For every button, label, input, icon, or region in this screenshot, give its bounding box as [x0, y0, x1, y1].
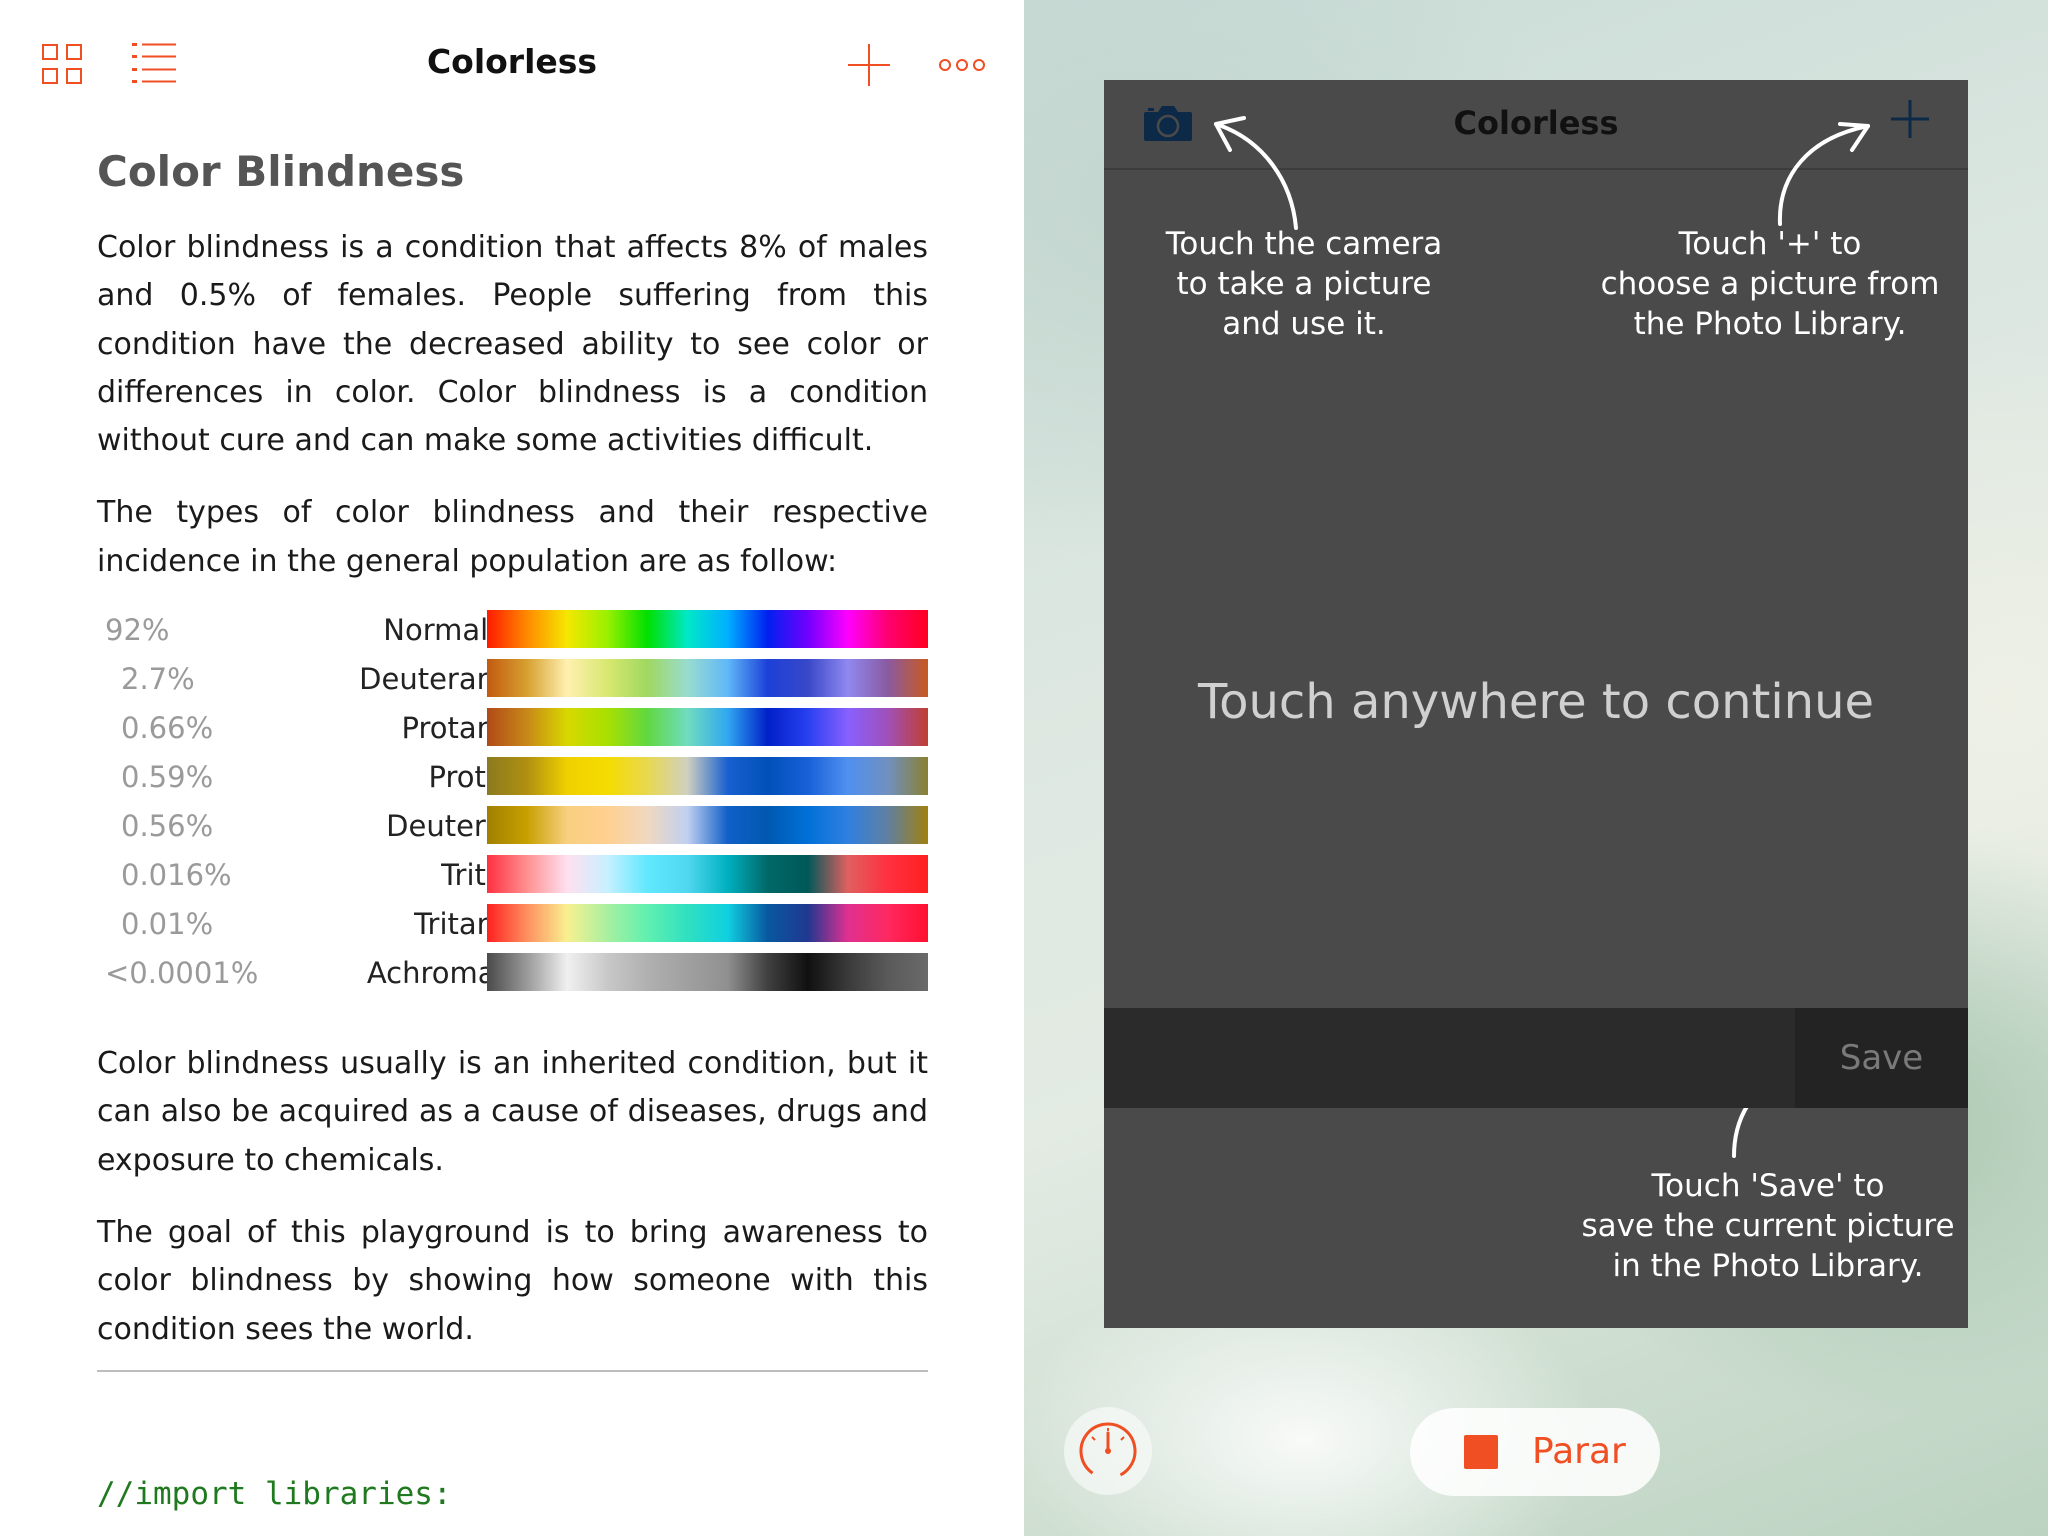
- color-spectrum-bar: [487, 757, 928, 796]
- live-view-canvas[interactable]: Colorless Touch the camera to take a pic…: [1104, 80, 1968, 1328]
- more-icon[interactable]: [938, 57, 986, 76]
- incidence-percent: 0.01%: [121, 907, 214, 942]
- hint-plus-line: the Photo Library.: [1633, 306, 1907, 342]
- save-button[interactable]: Save: [1795, 1008, 1968, 1108]
- paragraph-types-intro: The types of color blindness and their r…: [97, 495, 928, 579]
- hint-save: Touch 'Save' to save the current picture…: [1578, 1166, 1958, 1286]
- document-body: Color Blindness Color blindness is a con…: [97, 142, 928, 1378]
- speedometer-icon: [1079, 1422, 1137, 1480]
- hint-plus-line: Touch '+' to: [1678, 226, 1862, 262]
- hint-plus-line: choose a picture from: [1600, 266, 1940, 302]
- color-type-row: <0.0001% Achromatopsia: [97, 953, 928, 993]
- hint-plus: Touch '+' to choose a picture from the P…: [1590, 224, 1950, 344]
- paragraph-inherited: Color blindness usually is an inherited …: [97, 1046, 928, 1178]
- code-comment[interactable]: //import libraries:: [97, 1476, 452, 1512]
- hint-camera: Touch the camera to take a picture and u…: [1154, 224, 1454, 344]
- color-type-row: 0.01%Tritanomaly: [97, 904, 928, 944]
- run-speed-button[interactable]: [1064, 1407, 1152, 1495]
- stop-label: Parar: [1532, 1431, 1626, 1472]
- arrow-icon: [1777, 122, 1870, 226]
- incidence-percent: 2.7%: [121, 662, 195, 697]
- arrow-icon: [1214, 116, 1298, 230]
- stop-icon: [1464, 1435, 1498, 1469]
- color-spectrum-bar: [487, 806, 928, 845]
- continue-prompt[interactable]: Touch anywhere to continue: [1104, 674, 1968, 730]
- color-spectrum-bar: [487, 953, 928, 992]
- color-type-row: 0.56% Deuteranopia: [97, 806, 928, 846]
- incidence-percent: 0.66%: [121, 711, 214, 746]
- color-spectrum-bar: [487, 659, 928, 698]
- color-type-row: 2.7% Deuteranomaly: [97, 659, 928, 699]
- color-type-row: 92% Normal Vision: [97, 610, 928, 650]
- color-type-row: 0.66%Protanomaly: [97, 708, 928, 748]
- hint-save-line: save the current picture: [1581, 1208, 1955, 1244]
- color-spectrum-bar: [487, 904, 928, 943]
- live-view-pane: Colorless Touch the camera to take a pic…: [1024, 0, 2048, 1536]
- hint-save-line: in the Photo Library.: [1612, 1248, 1924, 1284]
- incidence-percent: 0.016%: [121, 858, 232, 893]
- hint-save-line: Touch 'Save' to: [1651, 1168, 1885, 1204]
- playground-editor: Colorless Color Blindness Color blindnes…: [0, 0, 1024, 1536]
- color-spectrum-bar: [487, 708, 928, 747]
- color-blindness-table: 92%Normal Vision 2.7%Deuteranomaly 0.66%Pr…: [97, 610, 928, 1008]
- divider: [97, 1370, 928, 1372]
- plus-icon[interactable]: [848, 44, 890, 90]
- plus-icon[interactable]: [1891, 100, 1929, 142]
- paragraph-goal: The goal of this playground is to bring …: [97, 1214, 928, 1347]
- incidence-percent: 92%: [105, 613, 170, 648]
- color-spectrum-bar: [487, 855, 928, 894]
- incidence-percent: 0.59%: [121, 760, 214, 795]
- color-type-row: 0.59%Protanopia: [97, 757, 928, 797]
- incidence-percent: 0.56%: [121, 809, 214, 844]
- incidence-percent: <0.0001%: [105, 956, 259, 991]
- color-spectrum-bar: [487, 610, 928, 649]
- page-title: Color Blindness: [97, 147, 465, 196]
- hint-camera-line: and use it.: [1222, 306, 1386, 342]
- paragraph-intro: Color blindness is a condition that affe…: [97, 230, 928, 459]
- hint-camera-line: Touch the camera: [1165, 226, 1443, 262]
- hint-camera-line: to take a picture: [1176, 266, 1432, 302]
- color-type-row: 0.016%Tritanopia: [97, 855, 928, 895]
- stop-button[interactable]: Parar: [1410, 1408, 1660, 1496]
